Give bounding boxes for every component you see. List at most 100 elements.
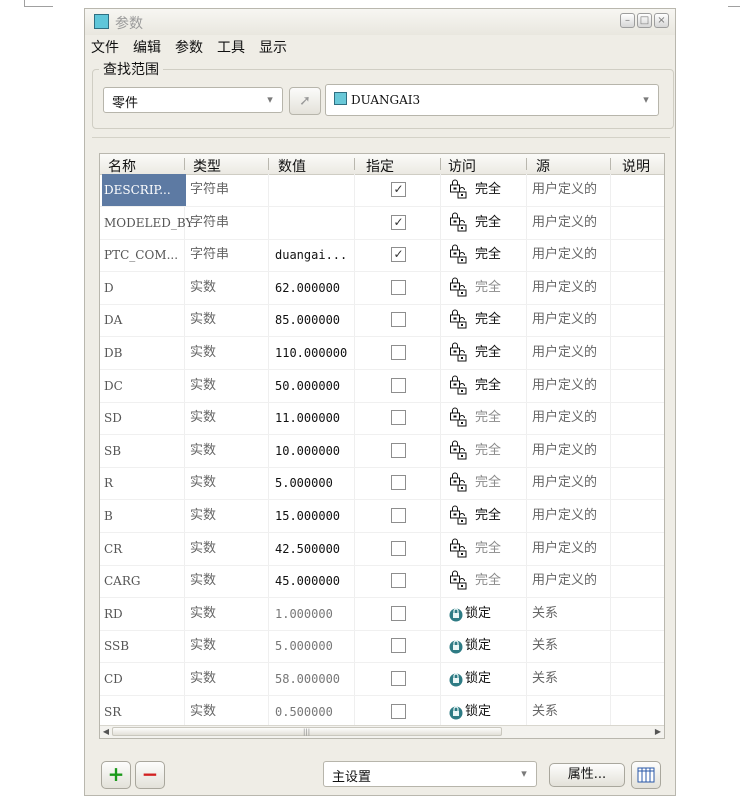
param-name[interactable]: SB (102, 435, 186, 467)
param-name[interactable]: B (102, 500, 186, 532)
table-row[interactable]: SD 实数 11.000000 完全 用户定义的 (100, 402, 664, 436)
access-cell[interactable]: 锁定 (449, 598, 491, 630)
close-button[interactable]: × (654, 13, 669, 28)
select-model-button[interactable]: ➚ (289, 87, 321, 115)
param-name[interactable]: DC (102, 370, 186, 402)
table-row[interactable]: SR 实数 0.500000 锁定 关系 (100, 696, 664, 729)
menu-file[interactable]: 文件 (91, 37, 119, 57)
col-access[interactable]: 访问 (448, 156, 476, 176)
access-cell[interactable]: 完全 (449, 337, 501, 369)
scroll-left-icon[interactable]: ◀ (100, 726, 112, 738)
param-name[interactable]: RD (102, 598, 186, 630)
param-value[interactable]: 42.500000 (275, 533, 340, 565)
table-settings-button[interactable] (631, 761, 661, 789)
access-cell[interactable]: 完全 (449, 304, 501, 336)
menu-parameters[interactable]: 参数 (175, 37, 203, 57)
menu-view[interactable]: 显示 (259, 37, 287, 57)
param-value[interactable]: 5.000000 (275, 467, 333, 499)
designated-checkbox[interactable] (391, 573, 406, 589)
designated-checkbox[interactable] (391, 279, 406, 295)
access-cell[interactable]: 锁定 (449, 696, 491, 728)
table-row[interactable]: CARG 实数 45.000000 完全 用户定义的 (100, 565, 664, 599)
scroll-right-icon[interactable]: ▶ (652, 726, 664, 738)
parameter-set-select[interactable]: 主设置 ▾ (323, 761, 537, 787)
param-name[interactable]: SD (102, 402, 186, 434)
param-name[interactable]: CD (102, 663, 186, 695)
param-value[interactable]: 0.500000 (275, 696, 333, 728)
maximize-button[interactable]: □ (637, 13, 652, 28)
designated-checkbox[interactable] (391, 345, 406, 360)
param-name[interactable]: D (102, 272, 186, 304)
menu-edit[interactable]: 编辑 (133, 37, 161, 57)
minimize-button[interactable]: – (620, 13, 635, 28)
designated-checkbox[interactable] (391, 442, 406, 458)
designated-checkbox[interactable] (391, 475, 406, 491)
param-value[interactable]: 5.000000 (275, 630, 333, 662)
param-value[interactable]: 45.000000 (275, 565, 340, 597)
col-designated[interactable]: 指定 (366, 156, 394, 176)
param-name[interactable]: SSB (102, 630, 186, 662)
param-value[interactable]: 1.000000 (275, 598, 333, 630)
remove-parameter-button[interactable]: − (135, 761, 165, 789)
param-name[interactable]: SR (102, 696, 186, 728)
param-value[interactable]: 58.000000 (275, 663, 340, 695)
param-value[interactable]: 110.000000 (275, 337, 347, 369)
properties-button[interactable]: 属性... (549, 763, 625, 787)
table-row[interactable]: DA 实数 85.000000 完全 用户定义的 (100, 304, 664, 338)
col-name[interactable]: 名称 (108, 156, 136, 176)
table-row[interactable]: DESCRIP... 字符串 ✓ 完全 用户定义的 (100, 174, 664, 207)
menu-tools[interactable]: 工具 (217, 37, 245, 57)
table-row[interactable]: B 实数 15.000000 完全 用户定义的 (100, 500, 664, 533)
table-row[interactable]: SB 实数 10.000000 完全 用户定义的 (100, 435, 664, 468)
table-row[interactable]: CD 实数 58.000000 锁定 关系 (100, 663, 664, 696)
table-row[interactable]: R 实数 5.000000 完全 用户定义的 (100, 467, 664, 501)
param-value[interactable]: 62.000000 (275, 272, 340, 304)
table-row[interactable]: DB 实数 110.000000 完全 用户定义的 (100, 337, 664, 370)
param-value[interactable]: 11.000000 (275, 402, 340, 434)
access-cell[interactable]: 锁定 (449, 630, 491, 662)
designated-checkbox[interactable]: ✓ (391, 214, 406, 230)
designated-checkbox[interactable] (391, 410, 406, 426)
table-row[interactable]: CR 实数 42.500000 完全 用户定义的 (100, 533, 664, 566)
access-cell[interactable]: 完全 (449, 272, 501, 304)
access-cell[interactable]: 锁定 (449, 663, 491, 695)
param-value[interactable]: 10.000000 (275, 435, 340, 467)
table-row[interactable]: MODELED_BY 字符串 ✓ 完全 用户定义的 (100, 207, 664, 240)
designated-checkbox[interactable]: ✓ (391, 247, 406, 263)
access-cell[interactable]: 完全 (449, 435, 501, 467)
table-row[interactable]: RD 实数 1.000000 锁定 关系 (100, 598, 664, 631)
scrollbar-thumb[interactable]: ||| (112, 727, 502, 736)
access-cell[interactable]: 完全 (449, 174, 501, 206)
col-source[interactable]: 源 (536, 156, 550, 176)
access-cell[interactable]: 完全 (449, 467, 501, 499)
designated-checkbox[interactable] (391, 312, 406, 328)
access-cell[interactable]: 完全 (449, 207, 501, 239)
designated-checkbox[interactable] (391, 703, 406, 719)
designated-checkbox[interactable] (391, 671, 406, 686)
table-row[interactable]: PTC_COM... 字符串 duangai... ✓ 完全 用户定义的 (100, 239, 664, 273)
param-name[interactable]: DESCRIP... (102, 174, 186, 206)
designated-checkbox[interactable] (391, 605, 406, 621)
param-value[interactable]: 50.000000 (275, 370, 340, 402)
col-description[interactable]: 说明 (622, 156, 650, 176)
designated-checkbox[interactable] (391, 377, 406, 393)
param-name[interactable]: CARG (102, 565, 186, 597)
designated-checkbox[interactable] (391, 508, 406, 523)
table-row[interactable]: D 实数 62.000000 完全 用户定义的 (100, 272, 664, 305)
access-cell[interactable]: 完全 (449, 533, 501, 565)
designated-checkbox[interactable]: ✓ (391, 182, 406, 197)
param-value[interactable]: 15.000000 (275, 500, 340, 532)
param-value[interactable]: 85.000000 (275, 304, 340, 336)
designated-checkbox[interactable] (391, 540, 406, 556)
col-type[interactable]: 类型 (193, 156, 221, 176)
model-select[interactable]: DUANGAI3 ▾ (325, 84, 659, 116)
designated-checkbox[interactable] (391, 638, 406, 654)
horizontal-scrollbar[interactable]: ◀ ||| ▶ (100, 725, 664, 738)
param-name[interactable]: R (102, 467, 186, 499)
scope-select[interactable]: 零件 ▾ (103, 87, 283, 113)
param-value[interactable]: duangai... (275, 239, 347, 271)
add-parameter-button[interactable]: + (101, 761, 131, 789)
table-row[interactable]: SSB 实数 5.000000 锁定 关系 (100, 630, 664, 664)
access-cell[interactable]: 完全 (449, 500, 501, 532)
param-name[interactable]: MODELED_BY (102, 207, 193, 239)
